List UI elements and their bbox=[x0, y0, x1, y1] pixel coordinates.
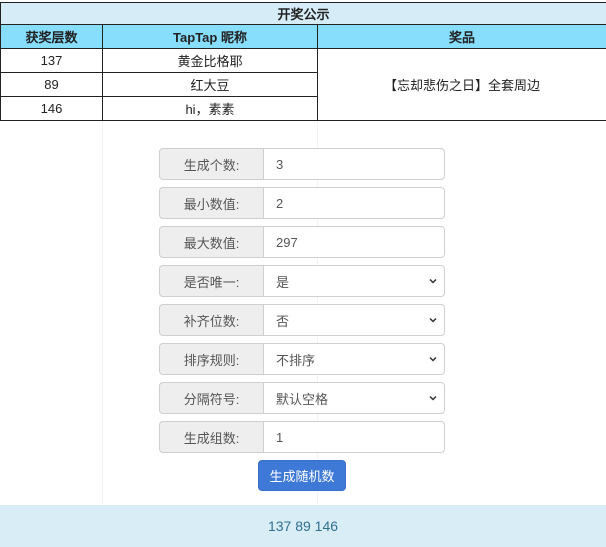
groups-input[interactable]: 1 bbox=[263, 421, 445, 453]
nickname-cell: 红大豆 bbox=[102, 72, 318, 97]
pad-label: 补齐位数: bbox=[159, 304, 263, 336]
chevron-down-icon bbox=[429, 317, 437, 323]
separator-row: 分隔符号: 默认空格 bbox=[159, 382, 445, 414]
unique-value: 是 bbox=[276, 274, 290, 290]
result-text: 137 89 146 bbox=[267, 518, 339, 534]
unique-label: 是否唯一: bbox=[159, 265, 263, 297]
button-wrap: 生成随机数 bbox=[159, 460, 445, 491]
table-title: 开奖公示 bbox=[0, 2, 606, 25]
chevron-down-icon bbox=[429, 395, 437, 401]
groups-label: 生成组数: bbox=[159, 421, 263, 453]
chevron-down-icon bbox=[429, 278, 437, 284]
prize-announcement-table: 开奖公示 获奖层数 TapTap 昵称 奖品 137 黄金比格耶 【忘却悲伤之日… bbox=[0, 2, 606, 121]
sort-row: 排序规则: 不排序 bbox=[159, 343, 445, 375]
unique-select[interactable]: 是 bbox=[263, 265, 445, 297]
groups-row: 生成组数: 1 bbox=[159, 421, 445, 453]
random-number-form: 生成个数: 3 最小数值: 2 最大数值: 297 是否唯一: 是 补齐位数: … bbox=[159, 148, 445, 491]
count-label: 生成个数: bbox=[159, 148, 263, 180]
sort-value: 不排序 bbox=[276, 352, 316, 368]
generate-button[interactable]: 生成随机数 bbox=[258, 460, 346, 491]
max-input[interactable]: 297 bbox=[263, 226, 445, 258]
floor-cell: 137 bbox=[0, 48, 103, 73]
result-output: 137 89 146 bbox=[0, 505, 606, 547]
nickname-cell: 黄金比格耶 bbox=[102, 48, 318, 73]
nickname-cell: hi，素素 bbox=[102, 96, 318, 121]
column-header-nickname: TapTap 昵称 bbox=[102, 24, 318, 49]
pad-row: 补齐位数: 否 bbox=[159, 304, 445, 336]
separator-select[interactable]: 默认空格 bbox=[263, 382, 445, 414]
pad-value: 否 bbox=[276, 313, 290, 329]
unique-row: 是否唯一: 是 bbox=[159, 265, 445, 297]
count-input[interactable]: 3 bbox=[263, 148, 445, 180]
max-value: 297 bbox=[276, 234, 298, 250]
min-input[interactable]: 2 bbox=[263, 187, 445, 219]
prize-cell: 【忘却悲伤之日】全套周边 bbox=[317, 48, 606, 121]
separator-value: 默认空格 bbox=[276, 391, 329, 407]
min-row: 最小数值: 2 bbox=[159, 187, 445, 219]
column-header-floor: 获奖层数 bbox=[0, 24, 103, 49]
groups-value: 1 bbox=[276, 429, 284, 445]
sort-select[interactable]: 不排序 bbox=[263, 343, 445, 375]
min-value: 2 bbox=[276, 195, 284, 211]
min-label: 最小数值: bbox=[159, 187, 263, 219]
background-guide-line bbox=[102, 120, 103, 547]
table-row: 137 黄金比格耶 【忘却悲伤之日】全套周边 bbox=[0, 48, 606, 121]
floor-cell: 89 bbox=[0, 72, 103, 97]
count-value: 3 bbox=[276, 156, 284, 172]
count-row: 生成个数: 3 bbox=[159, 148, 445, 180]
max-label: 最大数值: bbox=[159, 226, 263, 258]
max-row: 最大数值: 297 bbox=[159, 226, 445, 258]
pad-select[interactable]: 否 bbox=[263, 304, 445, 336]
separator-label: 分隔符号: bbox=[159, 382, 263, 414]
column-header-prize: 奖品 bbox=[317, 24, 606, 49]
sort-label: 排序规则: bbox=[159, 343, 263, 375]
chevron-down-icon bbox=[429, 356, 437, 362]
floor-cell: 146 bbox=[0, 96, 103, 121]
